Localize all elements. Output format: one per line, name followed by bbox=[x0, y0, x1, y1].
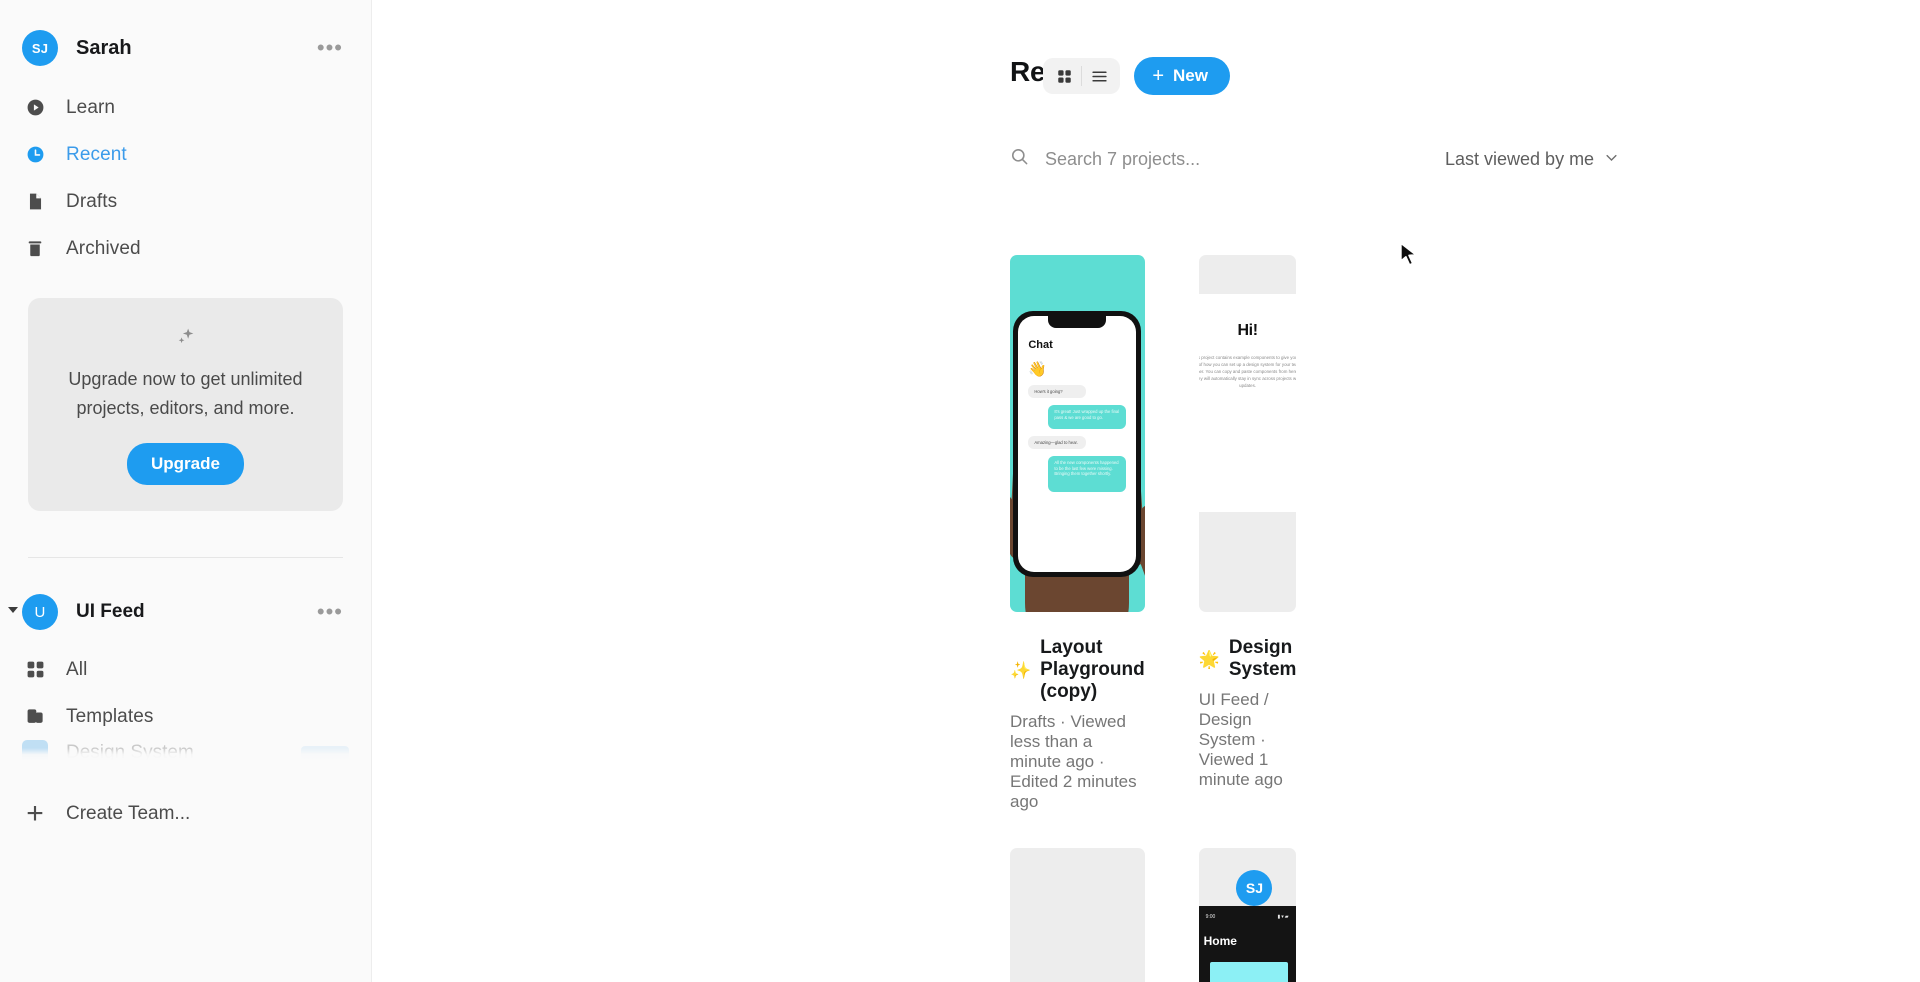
sparkle-icon bbox=[52, 326, 319, 351]
file-icon bbox=[22, 189, 48, 215]
project-thumbnail[interactable]: Chat 👋 How's it going? It's great! Just … bbox=[1010, 255, 1145, 612]
search-icon bbox=[1010, 147, 1029, 171]
team-nav: All Templates Design System bbox=[0, 646, 371, 760]
sort-dropdown[interactable]: Last viewed by me bbox=[1445, 149, 1619, 170]
sheet-heading: Hi! bbox=[1237, 322, 1259, 339]
project-thumbnail[interactable]: Hi! This project contains example compon… bbox=[1198, 255, 1297, 612]
sidebar-item-archived[interactable]: Archived bbox=[0, 225, 371, 272]
sidebar-item-label: Drafts bbox=[66, 190, 118, 212]
project-card[interactable]: Chat 👋 How's it going? It's great! Just … bbox=[1010, 255, 1145, 812]
user-more-button[interactable]: ••• bbox=[311, 37, 349, 59]
phone-card: My card bbox=[1209, 962, 1288, 982]
play-circle-icon bbox=[22, 95, 48, 121]
team-header-row[interactable]: U UI Feed ••• bbox=[8, 590, 349, 634]
search-input[interactable] bbox=[1045, 148, 1445, 170]
project-title-row: ✨ Layout Playground (copy) bbox=[1010, 637, 1145, 703]
upgrade-card: Upgrade now to get unlimited projects, e… bbox=[28, 298, 343, 511]
plus-icon: + bbox=[26, 796, 44, 830]
phone-notch bbox=[1048, 316, 1107, 328]
chat-bubble-text: How's it going? bbox=[1034, 389, 1063, 394]
sidebar-item-label: All bbox=[66, 658, 88, 680]
sidebar-item-label: Templates bbox=[66, 705, 154, 727]
avatar: SJ bbox=[22, 30, 58, 66]
team-more-button[interactable]: ••• bbox=[311, 601, 349, 623]
chevron-down-icon bbox=[1604, 149, 1619, 170]
phone-status-bar: 9:00 ▮▾▰ bbox=[1204, 914, 1292, 920]
projects-grid: Chat 👋 How's it going? It's great! Just … bbox=[1010, 255, 1297, 982]
sort-label: Last viewed by me bbox=[1445, 148, 1595, 169]
project-meta: UI Feed / Design System · Viewed 1 minut… bbox=[1198, 690, 1283, 789]
project-meta: Drafts · Viewed less than a minute ago ·… bbox=[1010, 712, 1137, 811]
document-sheet: Hi! This project contains example compon… bbox=[1198, 294, 1297, 512]
status-icons: ▮▾▰ bbox=[1277, 914, 1290, 920]
trash-icon bbox=[22, 236, 48, 262]
chat-bubble: How's it going? bbox=[1028, 385, 1087, 398]
clock-icon bbox=[22, 142, 48, 168]
sidebar-fade-overlay bbox=[0, 748, 371, 760]
user-name: Sarah bbox=[76, 36, 132, 59]
main-content: Recent + New bbox=[372, 0, 1920, 982]
sidebar-item-label: Recent bbox=[66, 143, 127, 165]
templates-icon bbox=[22, 704, 48, 730]
phone-screen-title: Home bbox=[1203, 934, 1237, 948]
sidebar-item-design-system[interactable]: Design System bbox=[0, 740, 371, 760]
chat-bubble: All the new components happened to be th… bbox=[1048, 456, 1127, 492]
new-button[interactable]: + New bbox=[1134, 57, 1230, 95]
sidebar: SJ Sarah ••• Learn Recent Drafts Archive… bbox=[0, 0, 372, 982]
collaborator-avatar[interactable]: SJ bbox=[1236, 870, 1273, 906]
app-root: SJ Sarah ••• Learn Recent Drafts Archive… bbox=[0, 0, 1920, 982]
project-title: Layout Playground (copy) bbox=[1040, 637, 1145, 702]
project-card[interactable] bbox=[1010, 848, 1145, 982]
upgrade-description: Upgrade now to get unlimited projects, e… bbox=[68, 369, 303, 418]
project-card[interactable]: Hi! This project contains example compon… bbox=[1198, 255, 1297, 812]
chat-bubble: Amazing—glad to hear. bbox=[1028, 436, 1087, 449]
sidebar-item-learn[interactable]: Learn bbox=[0, 84, 371, 131]
grid-icon bbox=[22, 657, 48, 683]
project-title-row: 🌟 Design System bbox=[1199, 637, 1297, 681]
header-actions: + New bbox=[1043, 57, 1230, 95]
phone-screen: Chat 👋 How's it going? It's great! Just … bbox=[1018, 316, 1137, 572]
sidebar-item-label: Archived bbox=[66, 237, 141, 259]
sidebar-item-all[interactable]: All bbox=[0, 646, 371, 693]
sidebar-item-templates[interactable]: Templates bbox=[0, 693, 371, 740]
list-view-icon[interactable] bbox=[1082, 61, 1116, 91]
sidebar-item-recent[interactable]: Recent bbox=[0, 131, 371, 178]
dark-phone-mockup: 9:00 ▮▾▰ Home My card bbox=[1198, 906, 1297, 982]
team-avatar: U bbox=[22, 594, 58, 630]
chat-title: Chat bbox=[1028, 339, 1053, 351]
team-name: UI Feed bbox=[76, 601, 145, 622]
create-team-button[interactable]: + Create Team... bbox=[0, 790, 371, 837]
search-box[interactable] bbox=[1010, 147, 1445, 171]
project-title: Design System bbox=[1228, 637, 1297, 680]
project-card[interactable]: 9:00 ▮▾▰ Home My card SJ bbox=[1198, 848, 1297, 982]
project-emoji: ✨ bbox=[1010, 660, 1032, 680]
new-button-label: New bbox=[1173, 66, 1208, 85]
sidebar-item-label: Learn bbox=[66, 96, 116, 118]
plus-icon: + bbox=[1152, 65, 1165, 87]
chat-bubble-text: Amazing—glad to hear. bbox=[1034, 440, 1078, 445]
sidebar-item-drafts[interactable]: Drafts bbox=[0, 178, 371, 225]
user-account-row[interactable]: SJ Sarah ••• bbox=[22, 26, 349, 70]
mouse-cursor bbox=[1399, 242, 1419, 274]
primary-nav: Learn Recent Drafts Archived bbox=[0, 84, 371, 272]
project-thumbnail[interactable]: 9:00 ▮▾▰ Home My card SJ bbox=[1198, 848, 1297, 982]
wave-emoji: 👋 bbox=[1028, 361, 1048, 378]
sheet-body: This project contains example components… bbox=[1198, 355, 1297, 388]
view-toggle bbox=[1043, 58, 1121, 94]
create-team-label: Create Team... bbox=[66, 802, 191, 824]
chat-bubble-text: It's great! Just wrapped up the final pa… bbox=[1054, 409, 1120, 420]
chat-bubble-text: All the new components happened to be th… bbox=[1054, 460, 1119, 477]
project-thumbnail[interactable] bbox=[1010, 848, 1145, 982]
upgrade-button[interactable]: Upgrade bbox=[127, 443, 244, 485]
status-time: 9:00 bbox=[1205, 914, 1216, 920]
grid-view-icon[interactable] bbox=[1047, 61, 1081, 91]
search-row: Last viewed by me bbox=[1010, 140, 1617, 178]
chat-bubble: It's great! Just wrapped up the final pa… bbox=[1048, 405, 1127, 429]
project-emoji: 🌟 bbox=[1198, 649, 1220, 669]
sidebar-divider bbox=[28, 557, 343, 558]
phone-mockup: Chat 👋 How's it going? It's great! Just … bbox=[1013, 311, 1142, 577]
chevron-down-icon[interactable] bbox=[8, 607, 18, 613]
